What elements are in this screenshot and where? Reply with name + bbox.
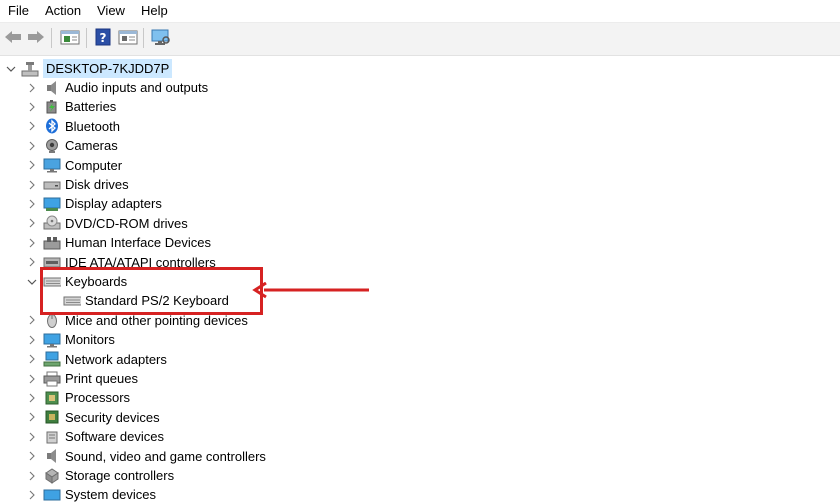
- tree-category[interactable]: Display adapters: [43, 194, 162, 213]
- speaker-icon: [43, 80, 61, 96]
- processor-icon: [43, 390, 61, 406]
- category-label: Software devices: [65, 429, 164, 445]
- tree-category[interactable]: Storage controllers: [43, 466, 174, 485]
- display-adapter-icon: [43, 196, 61, 212]
- battery-icon: [43, 99, 61, 115]
- expand-chevron-icon[interactable]: [27, 369, 37, 388]
- category-label: Monitors: [65, 332, 115, 348]
- expand-chevron-icon[interactable]: [27, 117, 37, 136]
- tree-category[interactable]: Sound, video and game controllers: [43, 447, 266, 466]
- monitor-icon: [43, 332, 61, 348]
- scan-hardware-icon[interactable]: [150, 26, 172, 48]
- toolbar: ?: [0, 22, 840, 56]
- expand-chevron-icon[interactable]: [27, 485, 37, 504]
- category-label: Storage controllers: [65, 468, 175, 483]
- tree-category[interactable]: Disk drives: [43, 175, 129, 194]
- expand-chevron-icon[interactable]: [27, 136, 37, 155]
- tree-category[interactable]: Human Interface Devices: [43, 233, 211, 252]
- category-label: Network adapters: [65, 351, 167, 367]
- sound-controller-icon: [43, 448, 61, 464]
- tree-category[interactable]: Security devices: [43, 408, 160, 427]
- toolbar-separator: [143, 28, 144, 48]
- tree-category[interactable]: Processors: [43, 388, 130, 407]
- bluetooth-icon: [43, 118, 61, 134]
- toolbar-separator: [86, 28, 87, 48]
- category-label: Display adapters: [65, 196, 162, 212]
- category-label: Audio inputs and outputs: [65, 80, 209, 95]
- hid-icon: [43, 235, 61, 251]
- computer-root-icon: [21, 61, 39, 77]
- tree-category[interactable]: Audio inputs and outputs: [43, 78, 208, 97]
- security-device-icon: [43, 409, 61, 425]
- tree-category[interactable]: Software devices: [43, 427, 164, 446]
- category-label: Disk drives: [65, 177, 129, 192]
- expand-chevron-icon[interactable]: [27, 330, 37, 349]
- expand-chevron-icon[interactable]: [27, 466, 37, 485]
- toolbar-separator: [51, 28, 52, 48]
- network-adapter-icon: [43, 351, 61, 367]
- category-label: System devices: [65, 487, 157, 503]
- expand-chevron-icon[interactable]: [27, 408, 37, 427]
- expand-chevron-icon[interactable]: [27, 78, 37, 97]
- collapse-chevron-icon[interactable]: [6, 59, 16, 78]
- tree-category[interactable]: Computer: [43, 156, 122, 175]
- back-arrow-icon[interactable]: [2, 26, 24, 48]
- dvd-drive-icon: [43, 215, 61, 231]
- properties-icon[interactable]: [59, 26, 81, 48]
- expand-chevron-icon[interactable]: [27, 233, 37, 252]
- software-device-icon: [43, 429, 61, 445]
- tree-root[interactable]: DESKTOP-7KJDD7P: [21, 59, 173, 78]
- system-device-icon: [43, 487, 61, 503]
- menu-bar: File Action View Help: [0, 0, 840, 22]
- expand-chevron-icon[interactable]: [27, 388, 37, 407]
- category-label: Computer: [65, 157, 123, 173]
- category-label: Security devices: [65, 409, 160, 425]
- annotation-highlight-box: [40, 267, 263, 315]
- storage-controller-icon: [43, 467, 61, 484]
- disk-drive-icon: [43, 177, 61, 193]
- menu-action[interactable]: Action: [45, 3, 81, 18]
- category-label: Print queues: [65, 371, 138, 386]
- camera-icon: [43, 138, 61, 154]
- tree-category[interactable]: Cameras: [43, 136, 118, 155]
- expand-chevron-icon[interactable]: [27, 447, 37, 466]
- expand-chevron-icon[interactable]: [27, 194, 37, 213]
- collapse-chevron-icon[interactable]: [27, 272, 37, 291]
- menu-view[interactable]: View: [97, 3, 125, 18]
- tree-category[interactable]: DVD/CD-ROM drives: [43, 214, 188, 233]
- tree-category[interactable]: Bluetooth: [43, 117, 120, 136]
- expand-chevron-icon[interactable]: [27, 156, 37, 175]
- tree-category[interactable]: System devices: [43, 485, 156, 504]
- expand-chevron-icon[interactable]: [27, 427, 37, 446]
- root-label: DESKTOP-7KJDD7P: [43, 59, 173, 78]
- expand-chevron-icon[interactable]: [27, 97, 37, 116]
- menu-help[interactable]: Help: [141, 3, 168, 18]
- category-label: Bluetooth: [65, 118, 120, 134]
- svg-text:?: ?: [100, 31, 107, 45]
- menu-file[interactable]: File: [8, 3, 29, 18]
- computer-icon: [43, 157, 61, 173]
- category-label: Sound, video and game controllers: [65, 448, 266, 464]
- category-label: Processors: [65, 390, 131, 406]
- category-label: Batteries: [65, 99, 117, 115]
- help-icon[interactable]: ?: [92, 26, 114, 48]
- category-label: Cameras: [65, 138, 118, 154]
- tree-category[interactable]: Network adapters: [43, 350, 167, 369]
- expand-chevron-icon[interactable]: [27, 175, 37, 194]
- category-label: DVD/CD-ROM drives: [65, 215, 188, 231]
- category-label: Human Interface Devices: [65, 235, 211, 251]
- expand-chevron-icon[interactable]: [27, 311, 37, 330]
- printer-icon: [43, 371, 61, 387]
- tree-category[interactable]: Print queues: [43, 369, 138, 388]
- view-icon[interactable]: [117, 26, 139, 48]
- forward-arrow-icon[interactable]: [25, 26, 47, 48]
- tree-category[interactable]: Batteries: [43, 97, 116, 116]
- expand-chevron-icon[interactable]: [27, 350, 37, 369]
- expand-chevron-icon[interactable]: [27, 214, 37, 233]
- annotation-arrow-icon: [252, 282, 369, 299]
- expand-chevron-icon[interactable]: [27, 253, 37, 272]
- tree-category[interactable]: Monitors: [43, 330, 115, 349]
